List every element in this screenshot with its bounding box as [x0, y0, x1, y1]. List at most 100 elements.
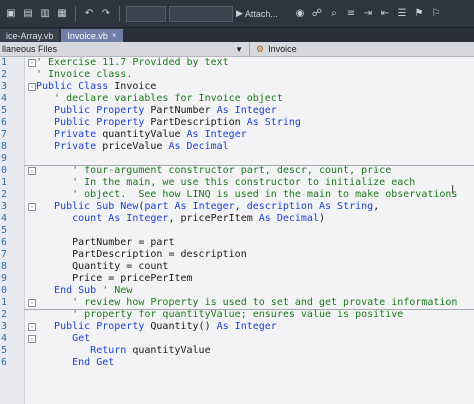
code-token: ) — [318, 213, 326, 224]
line-number: 8 — [1, 141, 8, 152]
code-line[interactable]: 9 — [0, 153, 474, 165]
live-share-icon[interactable]: ☍ — [310, 7, 324, 21]
code-line[interactable]: 3 - Public Property Quantity() As Integer — [0, 321, 474, 333]
code-line[interactable]: 7 PartDescription = description — [0, 249, 474, 261]
save-icon[interactable]: ▤ — [21, 7, 35, 21]
code-text: ' In the main, we use this constructor t… — [36, 177, 415, 189]
document-tabs: ice-Array.vb Invoice.vb × — [0, 28, 474, 42]
code-line[interactable]: 1 ' In the main, we use this constructor… — [0, 177, 474, 189]
tab-invoice-array[interactable]: ice-Array.vb — [0, 29, 60, 42]
line-number: 4 — [1, 93, 8, 104]
bookmark-next-icon[interactable]: ⚐ — [429, 7, 443, 21]
outdent-icon[interactable]: ⇤ — [378, 7, 392, 21]
code-line[interactable]: 8 Private priceValue As Decimal — [0, 141, 474, 153]
bookmark-icon[interactable]: ⚑ — [412, 7, 426, 21]
code-text: ' property for quantityValue; ensures va… — [36, 309, 403, 321]
code-line[interactable]: 6 PartNumber = part — [0, 237, 474, 249]
configuration-dropdown[interactable] — [126, 5, 166, 22]
format-icon[interactable]: ≡ — [344, 7, 358, 21]
code-line[interactable]: 0 - ' four-argument constructor part, des… — [0, 165, 474, 177]
tab-invoice[interactable]: Invoice.vb × — [61, 29, 123, 42]
indent-icon[interactable]: ⇥ — [361, 7, 375, 21]
code-token: ' In the main, we use this constructor t… — [36, 177, 416, 188]
search-icon[interactable]: ⌕ — [327, 7, 341, 21]
code-token: Quantity = count — [36, 261, 169, 272]
code-line[interactable]: 7 Private quantityValue As Integer — [0, 129, 474, 141]
line-number: 1 — [1, 177, 8, 188]
code-editor[interactable]: 1- ' Exercise 11.7 Provided by text 2 ' Inv… — [0, 57, 474, 404]
save-all-icon[interactable]: ▥ — [38, 7, 52, 21]
code-token: Private — [36, 141, 103, 152]
comment-icon[interactable]: ☰ — [395, 7, 409, 21]
code-text: Public Property Quantity() As Integer — [36, 321, 277, 333]
collapse-icon[interactable]: - — [28, 335, 36, 343]
collapse-icon[interactable]: - — [28, 59, 36, 67]
code-line[interactable]: 2 ' Invoice class. — [0, 69, 474, 81]
code-line[interactable]: 2 ' property for quantityValue; ensures … — [0, 309, 474, 321]
code-text: Get — [36, 333, 90, 345]
code-line[interactable]: 6 End Get — [0, 357, 474, 369]
code-line[interactable]: 5 Return quantityValue — [0, 345, 474, 357]
collapse-icon[interactable]: - — [28, 167, 36, 175]
code-line[interactable]: 1 - ' review how Property is used to set … — [0, 297, 474, 309]
platform-dropdown[interactable] — [169, 5, 233, 22]
open-file-icon[interactable]: ▦ — [55, 7, 69, 21]
code-token: PartDescription = description — [36, 249, 247, 260]
code-token: Price = pricePerItem — [36, 273, 193, 284]
code-token: As Decimal — [168, 141, 229, 152]
project-label: llaneous Files — [2, 44, 58, 54]
code-token: description As String — [246, 201, 374, 212]
code-line[interactable]: 8 Quantity = count — [0, 261, 474, 273]
code-token: ' review how Property is used to set and… — [36, 297, 458, 308]
code-token: PartNumber — [150, 105, 217, 116]
code-text: Public Property PartNumber As Integer — [36, 105, 277, 117]
type-dropdown[interactable]: ⚙ Invoice — [250, 44, 297, 55]
debug-icon[interactable]: ◉ — [293, 7, 307, 21]
tab-label: Invoice.vb — [67, 30, 108, 41]
attach-button[interactable]: ▶ Attach... — [236, 6, 290, 22]
line-number: 5 — [1, 105, 8, 116]
code-line[interactable]: 1 - ' Exercise 11.7 Provided by text — [0, 57, 474, 69]
code-token: ' Invoice class. — [36, 69, 133, 80]
code-line[interactable]: 2 ' object. See how LINQ is used in the … — [0, 189, 474, 201]
code-token: ' New — [102, 285, 133, 296]
code-token: PartNumber = part — [36, 237, 175, 248]
code-text: Private priceValue As Decimal — [36, 141, 229, 153]
code-text: ' Invoice class. — [36, 69, 132, 81]
collapse-icon[interactable]: - — [28, 323, 36, 331]
collapse-icon[interactable]: - — [28, 83, 36, 91]
solution-explorer-icon[interactable]: ▣ — [4, 7, 18, 21]
line-number: 2 — [1, 189, 8, 200]
line-number: 3 — [1, 201, 8, 212]
code-line[interactable]: 5 — [0, 225, 474, 237]
code-line[interactable]: 6 Public Property PartDescription As Str… — [0, 117, 474, 129]
code-token: ' Exercise 11.7 Provided by text — [36, 57, 229, 68]
line-number: 3 — [1, 81, 8, 92]
code-line[interactable]: 4 count As Integer, pricePerItem As Deci… — [0, 213, 474, 225]
code-token: quantityValue — [102, 129, 187, 140]
code-line[interactable]: 3 - Public Class Invoice — [0, 81, 474, 93]
project-dropdown[interactable]: llaneous Files ▼ — [0, 42, 250, 56]
code-token: Invoice — [114, 81, 157, 92]
collapse-icon[interactable]: - — [28, 203, 36, 211]
code-token: ' four-argument constructor part, descr,… — [36, 165, 392, 176]
code-text: Public Property PartDescription As Strin… — [36, 117, 301, 129]
code-line[interactable]: 4 - Get — [0, 333, 474, 345]
redo-icon[interactable]: ↷ — [99, 7, 113, 21]
code-line[interactable]: 0 End Sub ' New — [0, 285, 474, 297]
code-text: End Sub ' New — [36, 285, 132, 297]
close-icon[interactable]: × — [112, 31, 117, 40]
code-text: Price = pricePerItem — [36, 273, 193, 285]
code-line[interactable]: 9 Price = pricePerItem — [0, 273, 474, 285]
code-token: Private — [36, 129, 103, 140]
code-line[interactable]: 3 - Public Sub New(part As Integer, descr… — [0, 201, 474, 213]
code-line[interactable]: 5 Public Property PartNumber As Integer — [0, 105, 474, 117]
collapse-icon[interactable]: - — [28, 299, 36, 307]
code-text: Public Class Invoice — [36, 81, 156, 93]
toolbar-divider — [119, 5, 120, 22]
code-line[interactable]: 4 ' declare variables for Invoice object — [0, 93, 474, 105]
toolbar: ▣ ▤ ▥ ▦ ↶ ↷ ▶ Attach... ◉ ☍ ⌕ ≡ ⇥ ⇤ ☰ ⚑ … — [0, 0, 474, 28]
undo-icon[interactable]: ↶ — [82, 7, 96, 21]
code-token: As Integer — [186, 129, 247, 140]
code-token: ' declare variables for Invoice object — [36, 93, 283, 104]
